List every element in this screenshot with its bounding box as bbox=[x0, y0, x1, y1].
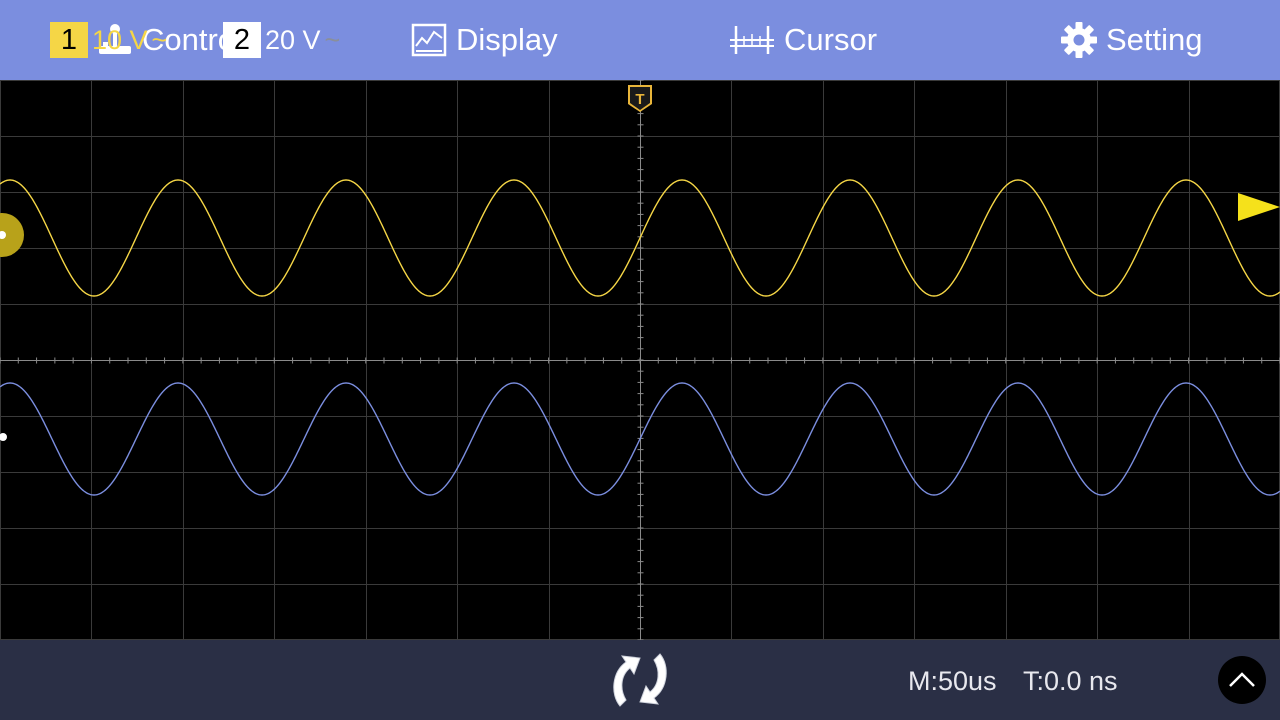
channel-2-setting[interactable]: 2 20 V ~ bbox=[223, 22, 340, 58]
trigger-marker-label: T bbox=[635, 91, 644, 108]
refresh-icon bbox=[613, 653, 667, 707]
trigger-time-readout[interactable]: T:0.0 ns bbox=[1023, 664, 1118, 698]
channel-1-setting[interactable]: 1 10 V ~ bbox=[50, 22, 167, 58]
channel-1-scale: 10 V bbox=[92, 24, 148, 55]
top-menu-bar: Control Display Cursor Setting bbox=[0, 0, 1280, 80]
channel-1-coupling: ~ bbox=[151, 24, 168, 55]
channel-2-coupling: ~ bbox=[324, 24, 341, 55]
expand-panel-button[interactable] bbox=[1218, 656, 1266, 704]
channel-2-badge: 2 bbox=[223, 22, 261, 58]
menu-display-button[interactable]: Display bbox=[410, 0, 558, 80]
center-axes bbox=[0, 80, 1280, 640]
ruler-icon bbox=[728, 22, 776, 58]
trigger-position-marker[interactable]: T bbox=[628, 85, 652, 112]
menu-cursor-button[interactable]: Cursor bbox=[728, 0, 877, 80]
chevron-up-icon bbox=[1229, 672, 1255, 687]
menu-cursor-label: Cursor bbox=[784, 22, 878, 57]
channel-1-badge: 1 bbox=[50, 22, 88, 58]
timebase-readout[interactable]: M:50us bbox=[908, 664, 997, 698]
trigger-level-marker[interactable] bbox=[1238, 193, 1280, 221]
menu-display-label: Display bbox=[456, 22, 558, 57]
waveform-screen[interactable]: T bbox=[0, 80, 1280, 640]
oscilloscope-app: Control Display Cursor Setting T 1 10 V … bbox=[0, 0, 1280, 720]
waveform-plot: T bbox=[0, 80, 1280, 640]
waveform-display-icon bbox=[410, 22, 448, 58]
run-stop-button[interactable] bbox=[606, 650, 674, 710]
menu-setting-label: Setting bbox=[1106, 22, 1203, 57]
channel-2-scale: 20 V bbox=[265, 24, 321, 55]
channel-1-offset-marker[interactable] bbox=[0, 213, 24, 257]
channel-2-offset-marker[interactable] bbox=[0, 433, 7, 441]
gear-icon bbox=[1060, 21, 1098, 59]
menu-setting-button[interactable]: Setting bbox=[1060, 0, 1203, 80]
